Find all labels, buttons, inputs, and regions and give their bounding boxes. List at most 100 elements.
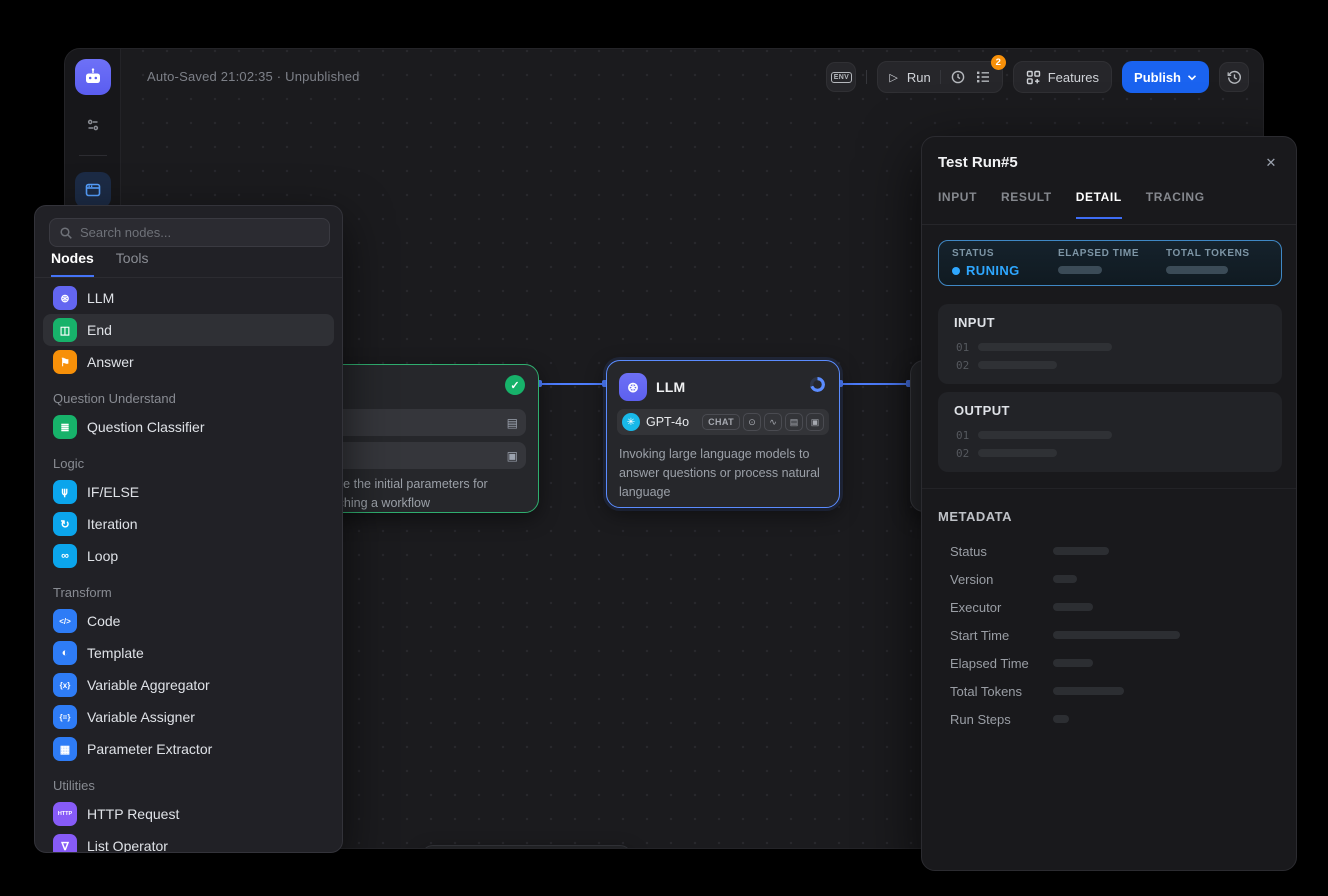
text-field-icon: ▤ — [507, 416, 518, 430]
line-number: 01 — [956, 341, 969, 354]
env-icon: ENV — [831, 72, 852, 83]
node-item-variable-aggregator[interactable]: {x}Variable Aggregator — [43, 669, 334, 701]
metadata-skeleton — [1053, 575, 1077, 583]
success-check-icon: ✓ — [505, 375, 525, 395]
line-number: 01 — [956, 429, 969, 442]
llm-node-description: Invoking large language models to answer… — [619, 445, 834, 502]
metadata-title: METADATA — [938, 509, 1012, 524]
node-item-llm[interactable]: ⊛LLM — [43, 282, 334, 314]
edge-start-to-llm — [539, 383, 606, 385]
close-icon[interactable]: ✕ — [1262, 154, 1280, 172]
total-tokens-skeleton — [1166, 266, 1228, 274]
run-tab-input[interactable]: INPUT — [938, 190, 977, 219]
version-history-button[interactable] — [1219, 62, 1249, 92]
run-tab-tracing[interactable]: TRACING — [1146, 190, 1205, 219]
metadata-row: Version — [950, 565, 1280, 593]
run-tab-detail[interactable]: DETAIL — [1076, 190, 1122, 219]
checklist-button[interactable] — [975, 69, 991, 85]
node-item-loop[interactable]: ∞Loop — [43, 540, 334, 572]
notification-badge: 2 — [991, 55, 1006, 70]
variable-assigner-icon: {=} — [53, 705, 77, 729]
canvas-toolbar: + — [421, 845, 632, 849]
node-item-code[interactable]: </>Code — [43, 605, 334, 637]
tab-nodes[interactable]: Nodes — [51, 250, 94, 277]
test-run-panel: Test Run#5 ✕ INPUT RESULT DETAIL TRACING ST… — [921, 136, 1297, 871]
node-item-label: Variable Aggregator — [87, 677, 210, 693]
env-button[interactable]: ENV — [826, 62, 856, 92]
metadata-skeleton — [1053, 687, 1124, 695]
settings-sliders-button[interactable] — [81, 113, 105, 137]
running-dot-icon — [952, 267, 960, 275]
metadata-skeleton — [1053, 659, 1093, 667]
run-button[interactable]: Run — [907, 70, 931, 85]
model-selector[interactable]: ✳ GPT-4o CHAT ⊙∿▤▣ — [617, 409, 829, 435]
node-item-template[interactable]: ◐Template — [43, 637, 334, 669]
node-item-label: Variable Assigner — [87, 709, 195, 725]
node-item-parameter-extractor[interactable]: ▦Parameter Extractor — [43, 733, 334, 765]
metadata-label: Version — [950, 572, 1053, 587]
metadata-row: Executor — [950, 593, 1280, 621]
node-item-if-else[interactable]: ⋔IF/ELSE — [43, 476, 334, 508]
status-value: RUNING — [952, 263, 1058, 278]
value-skeleton — [978, 449, 1057, 457]
sliders-icon — [85, 117, 101, 133]
search-input[interactable]: Search nodes... — [49, 218, 330, 247]
stage: Auto-Saved 21:02:35 · Unpublished ENV ▷ … — [0, 0, 1328, 896]
section-title: Utilities — [43, 765, 334, 798]
openai-model-icon: ✳ — [622, 413, 640, 431]
output-card: OUTPUT 0102 — [938, 392, 1282, 472]
iteration-icon: ↻ — [53, 512, 77, 536]
publish-button[interactable]: Publish — [1122, 61, 1209, 93]
run-panel-title: Test Run#5 — [938, 154, 1018, 171]
section-title: Transform — [43, 572, 334, 605]
output-rows: 0102 — [956, 426, 1266, 462]
input-card: INPUT 0102 — [938, 304, 1282, 384]
node-item-label: Template — [87, 645, 144, 661]
node-item-label: Answer — [87, 354, 134, 370]
elapsed-time-label: ELAPSED TIME — [1058, 248, 1166, 259]
list-operator-icon: ∇ — [53, 834, 77, 853]
metadata-row: Run Steps — [950, 705, 1280, 733]
line-number: 02 — [956, 359, 969, 372]
top-bar: Auto-Saved 21:02:35 · Unpublished ENV ▷ … — [121, 49, 1263, 105]
node-item-label: HTTP Request — [87, 806, 179, 822]
history-icon — [1226, 69, 1243, 86]
preview-window-button[interactable] — [75, 172, 111, 208]
publish-label: Publish — [1134, 70, 1181, 85]
run-tab-result[interactable]: RESULT — [1001, 190, 1052, 219]
loop-icon: ∞ — [53, 544, 77, 568]
metadata-row: Elapsed Time — [950, 649, 1280, 677]
run-panel-tabs: INPUT RESULT DETAIL TRACING — [938, 190, 1205, 219]
schedule-clock-button[interactable] — [950, 69, 966, 85]
start-field-row[interactable]: ▤ — [312, 409, 526, 436]
metadata-label: Status — [950, 544, 1053, 559]
chevron-down-icon — [1187, 74, 1197, 81]
metadata-skeleton — [1053, 631, 1180, 639]
skeleton-row: 01 — [956, 338, 1266, 356]
rail-divider — [79, 155, 107, 156]
node-item-http-request[interactable]: HTTPHTTP Request — [43, 798, 334, 830]
autosave-status: Auto-Saved 21:02:35 · Unpublished — [147, 69, 360, 84]
run-button-group: ▷ Run 2 — [877, 61, 1002, 93]
model-capabilities: CHAT ⊙∿▤▣ — [702, 413, 824, 431]
node-item-end[interactable]: ◫End — [43, 314, 334, 346]
tab-tools[interactable]: Tools — [116, 250, 149, 277]
skeleton-row: 02 — [956, 356, 1266, 374]
metadata-skeleton — [1053, 603, 1093, 611]
node-item-label: LLM — [87, 290, 114, 306]
parameter-extractor-icon: ▦ — [53, 737, 77, 761]
features-button[interactable]: Features — [1013, 61, 1112, 93]
metadata-label: Start Time — [950, 628, 1053, 643]
start-node-description: Define the initial parameters for launch… — [314, 475, 524, 513]
robot-icon — [83, 67, 103, 87]
node-item-variable-assigner[interactable]: {=} Variable Assigner — [43, 701, 334, 733]
status-card: STATUS RUNING ELAPSED TIME TOTAL TOKENS — [938, 240, 1282, 286]
node-item-answer[interactable]: ⚑Answer — [43, 346, 334, 378]
llm-node[interactable]: ⊛ LLM ✳ GPT-4o CHAT ⊙∿▤▣ Invoking large … — [606, 360, 840, 508]
node-item-iteration[interactable]: ↻Iteration — [43, 508, 334, 540]
node-item-list-operator[interactable]: ∇List Operator — [43, 830, 334, 853]
start-field-row[interactable]: ▣ — [312, 442, 526, 469]
metadata-row: Status — [950, 537, 1280, 565]
app-logo-button[interactable] — [75, 59, 111, 95]
node-item-question-classifier[interactable]: ≣Question Classifier — [43, 411, 334, 443]
